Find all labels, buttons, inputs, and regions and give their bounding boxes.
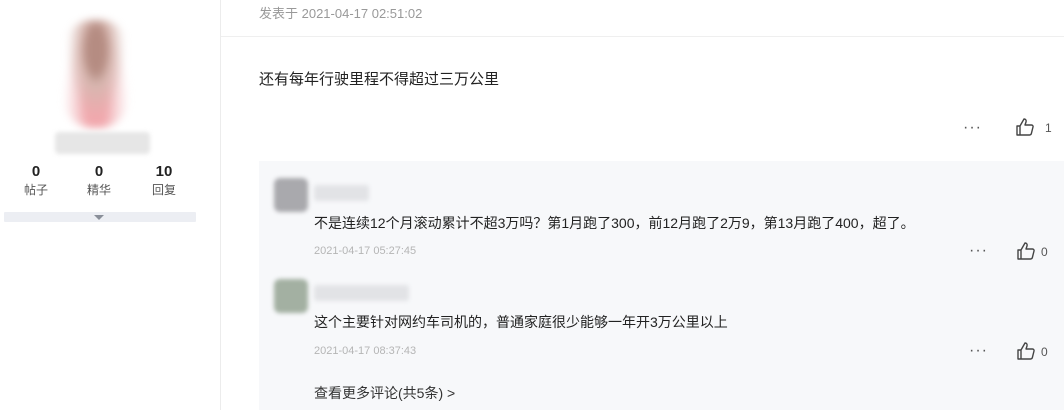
comment-timestamp: 2021-04-17 08:37:43 — [314, 345, 417, 357]
comments-section: 不是连续12个月滚动累计不超3万吗？第1月跑了300，前12月跑了2万9，第13… — [259, 161, 1064, 410]
post-more-icon[interactable]: ··· — [963, 120, 982, 136]
stat-featured-label: 精华 — [86, 183, 111, 197]
comment-username[interactable] — [314, 185, 369, 201]
comment-text: 这个主要针对网约车司机的，普通家庭很少能够一年开3万公里以上 — [314, 314, 728, 330]
user-avatar[interactable] — [63, 20, 129, 128]
thumbs-up-icon[interactable] — [1015, 117, 1035, 137]
comment-like-count: 0 — [1041, 345, 1048, 359]
post-content: 还有每年行驶里程不得超过三万公里 — [259, 71, 500, 88]
comment-more-icon[interactable]: ··· — [969, 243, 988, 259]
comment-text: 不是连续12个月滚动累计不超3万吗？第1月跑了300，前12月跑了2万9，第13… — [314, 215, 915, 231]
user-sidebar: 0 帖子 0 精华 10 回复 — [0, 0, 221, 410]
divider — [221, 36, 1064, 37]
chevron-down-icon — [94, 215, 104, 220]
comment-avatar[interactable] — [274, 178, 308, 212]
comment-timestamp: 2021-04-17 05:27:45 — [314, 245, 417, 257]
thumbs-up-icon[interactable] — [1016, 341, 1036, 361]
expand-profile-button[interactable] — [4, 212, 196, 222]
stat-featured[interactable]: 0 精华 — [69, 163, 129, 198]
post-timestamp: 发表于 2021-04-17 02:51:02 — [259, 6, 423, 21]
stat-replies-label: 回复 — [151, 183, 176, 197]
stat-posts[interactable]: 0 帖子 — [6, 163, 66, 198]
comment-avatar[interactable] — [274, 279, 308, 313]
stat-featured-value: 0 — [94, 163, 104, 180]
comment-username[interactable] — [314, 285, 409, 301]
thumbs-up-icon[interactable] — [1016, 241, 1036, 261]
comment-like-count: 0 — [1041, 245, 1048, 259]
comment-more-icon[interactable]: ··· — [969, 343, 988, 359]
view-more-comments-link[interactable]: 查看更多评论(共5条) > — [314, 383, 455, 403]
stat-posts-label: 帖子 — [23, 183, 48, 197]
username-blurred[interactable] — [55, 132, 150, 154]
stat-replies-value: 10 — [155, 163, 173, 180]
post-like-count: 1 — [1045, 121, 1052, 135]
stat-replies[interactable]: 10 回复 — [134, 163, 194, 198]
stat-posts-value: 0 — [31, 163, 41, 180]
